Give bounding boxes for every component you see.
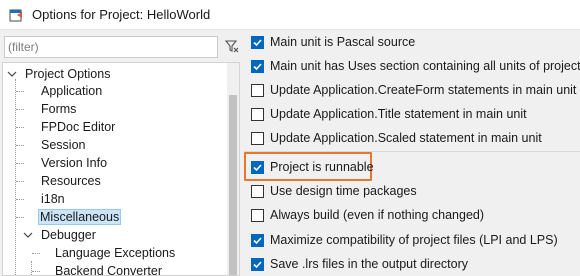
checkbox-unchecked-icon[interactable] <box>251 107 264 121</box>
option-label: Project is runnable <box>270 160 374 174</box>
filter-placeholder: (filter) <box>8 40 39 54</box>
tree-item-label: Session <box>41 138 86 152</box>
tree-connector <box>16 163 24 164</box>
option-label: Main unit is Pascal source <box>270 35 416 49</box>
tree-item-language-exceptions[interactable]: Language Exceptions <box>53 244 177 262</box>
tree-item-backend-converter[interactable]: Backend Converter <box>53 262 164 276</box>
option-label: Maximize compatibility of project files … <box>270 233 558 247</box>
tree-connector <box>16 199 24 200</box>
tree-connector <box>16 145 24 146</box>
tree-item-label: Debugger <box>41 228 96 242</box>
option-always-build[interactable]: Always build (even if nothing changed) <box>251 206 484 224</box>
clear-filter-icon[interactable] <box>222 36 242 56</box>
checkbox-unchecked-icon[interactable] <box>251 184 264 198</box>
tree-item-label: Miscellaneous <box>38 209 122 225</box>
tree-item-miscellaneous[interactable]: Miscellaneous <box>38 208 122 226</box>
chevron-down-icon[interactable] <box>23 230 33 240</box>
tree-item-i18n[interactable]: i18n <box>39 190 67 208</box>
option-design-time-packages[interactable]: Use design time packages <box>251 182 417 200</box>
checkbox-unchecked-icon[interactable] <box>251 83 264 97</box>
tree-item-label: Language Exceptions <box>55 246 176 260</box>
chevron-down-icon[interactable] <box>7 69 17 79</box>
filter-input[interactable]: (filter) <box>4 36 218 58</box>
tree-item-application[interactable]: Application <box>39 82 104 100</box>
tree-item-label: Backend Converter <box>55 264 163 276</box>
tree-item-label: Application <box>41 84 103 98</box>
tree-item-resources[interactable]: Resources <box>39 172 103 190</box>
tree-connector <box>31 261 32 275</box>
tree-item-label: Resources <box>41 174 101 188</box>
tree-item-label: Forms <box>41 102 77 116</box>
option-main-unit-uses[interactable]: Main unit has Uses section containing al… <box>251 57 580 75</box>
option-label: Update Application.CreateForm statements… <box>270 83 577 97</box>
tree-connector <box>16 91 24 92</box>
option-label: Use design time packages <box>270 184 417 198</box>
tree-item-version-info[interactable]: Version Info <box>39 154 109 172</box>
title-bar: Options for Project: HelloWorld <box>0 0 580 30</box>
checkbox-unchecked-icon[interactable] <box>251 208 264 222</box>
option-label: Update Application.Title statement in ma… <box>270 107 527 121</box>
tree-connector <box>32 253 40 254</box>
window-title: Options for Project: HelloWorld <box>32 7 211 22</box>
options-panel: Main unit is Pascal source Main unit has… <box>244 30 580 276</box>
tree-item-session[interactable]: Session <box>39 136 87 154</box>
tree-connector <box>16 109 24 110</box>
options-tree: Project Options Application Forms FPDoc … <box>2 62 240 276</box>
options-tree-pane: (filter) Project Options Application For… <box>0 30 244 276</box>
tree-scrollbar[interactable] <box>227 63 239 275</box>
checkbox-unchecked-icon[interactable] <box>251 131 264 145</box>
option-project-runnable[interactable]: Project is runnable <box>251 158 374 176</box>
option-update-title[interactable]: Update Application.Title statement in ma… <box>251 105 527 123</box>
lazarus-app-icon <box>8 7 24 23</box>
option-label: Update Application.Scaled statement in m… <box>270 131 542 145</box>
option-save-lrs[interactable]: Save .lrs files in the output directory <box>251 255 468 273</box>
option-label: Main unit has Uses section containing al… <box>270 59 580 73</box>
option-label: Save .lrs files in the output directory <box>270 257 469 271</box>
option-main-unit-pascal[interactable]: Main unit is Pascal source <box>251 33 415 51</box>
tree-item-label: FPDoc Editor <box>41 120 116 134</box>
tree-connector <box>16 217 24 218</box>
tree-scrollbar-thumb[interactable] <box>229 95 237 275</box>
checkbox-checked-icon[interactable] <box>251 35 264 49</box>
option-label: Always build (even if nothing changed) <box>270 208 485 222</box>
tree-connector <box>32 271 40 272</box>
tree-item-label: Version Info <box>41 156 108 170</box>
checkbox-checked-icon[interactable] <box>251 59 264 73</box>
checkbox-checked-icon[interactable] <box>251 233 264 247</box>
option-update-createform[interactable]: Update Application.CreateForm statements… <box>251 81 576 99</box>
option-update-scaled[interactable]: Update Application.Scaled statement in m… <box>251 129 542 147</box>
tree-item-debugger[interactable]: Debugger <box>23 226 98 244</box>
tree-item-fpdoc-editor[interactable]: FPDoc Editor <box>39 118 117 136</box>
checkbox-checked-icon[interactable] <box>251 160 264 174</box>
tree-connector <box>16 127 24 128</box>
tree-item-label: Project Options <box>25 67 111 81</box>
tree-connector <box>16 181 24 182</box>
checkbox-checked-icon[interactable] <box>251 257 264 271</box>
tree-item-label: i18n <box>41 192 65 206</box>
tree-item-project-options[interactable]: Project Options <box>7 65 112 83</box>
option-maximize-compatibility[interactable]: Maximize compatibility of project files … <box>251 231 558 249</box>
tree-item-forms[interactable]: Forms <box>39 100 78 118</box>
